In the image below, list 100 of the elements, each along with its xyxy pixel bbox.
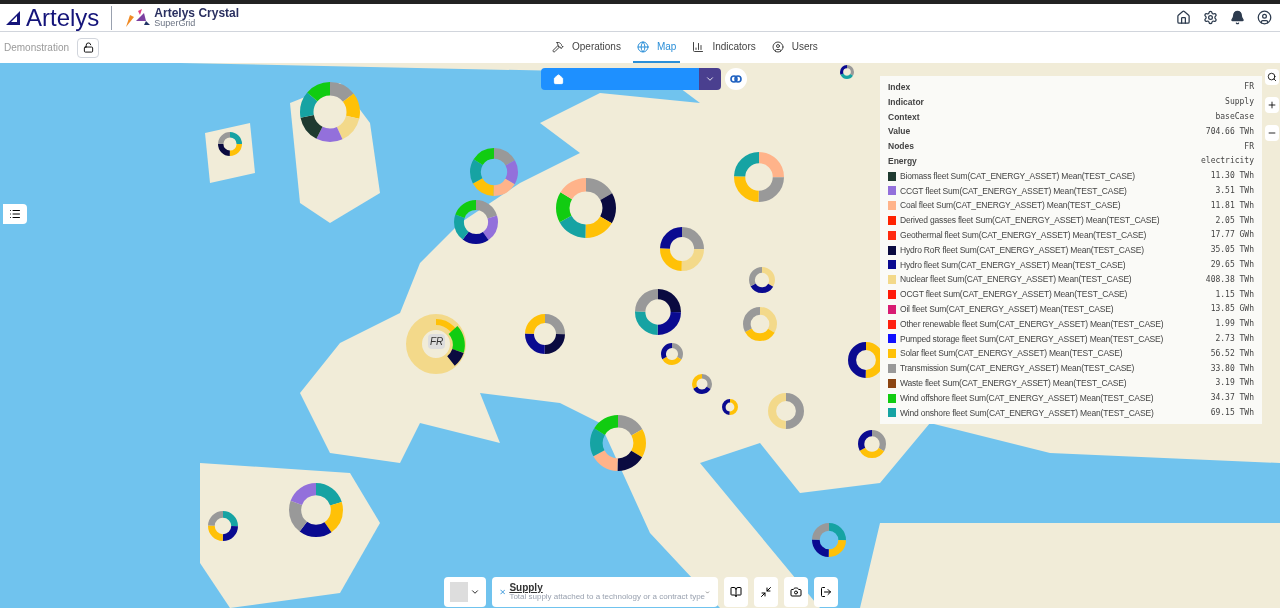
legend-label: OCGT fleet Sum(CAT_ENERGY_ASSET) Mean(TEST_CASE) (900, 288, 1128, 301)
notification-icon[interactable] (1230, 10, 1245, 25)
field-value: baseCase (1215, 111, 1254, 123)
settings-icon[interactable] (1203, 10, 1218, 25)
donut-chart-drawing[interactable] (300, 82, 360, 142)
donut-chart-drawing[interactable] (858, 430, 886, 458)
brand-name: Artelys (26, 5, 100, 30)
field-value: FR (1244, 140, 1254, 153)
legend-label: Derived gasses fleet Sum(CAT_ENERGY_ASSET) Mean(TEST_CASE) (900, 214, 1160, 227)
donut-chart-drawing[interactable] (556, 178, 616, 238)
list-icon (9, 208, 21, 220)
workspace-name: Demonstration (4, 41, 70, 55)
indicator-title: Supply (509, 582, 544, 594)
field-value: FR (1244, 81, 1254, 94)
user-icon (771, 40, 784, 53)
exit-icon (820, 586, 832, 598)
lock-button[interactable] (77, 37, 100, 58)
legend-label: Wind onshore fleet Sum(CAT_ENERGY_ASSET) Mean(TEST_CASE) (900, 406, 1154, 420)
donut-chart-drawing[interactable] (289, 483, 343, 537)
search-icon (1267, 72, 1277, 82)
legend-value: 3.51 TWh (1215, 184, 1254, 197)
indicator-description: Total supply attached to a technology or a contract type (509, 593, 706, 602)
stars-logo-icon (124, 6, 153, 29)
legend-label: Oil fleet Sum(CAT_ENERGY_ASSET) Mean(TEST_CASE) (900, 302, 1114, 316)
legend-value: 1.99 TWh (1215, 318, 1254, 331)
rings-icon (730, 75, 742, 83)
field-label: Energy (888, 155, 917, 168)
network-icon (500, 586, 506, 598)
legend-value: 11.30 TWh (1210, 170, 1254, 183)
camera-icon (790, 586, 802, 598)
product-name: Artelys Crystal (154, 7, 240, 19)
layers-button[interactable] (3, 204, 27, 224)
legend-label: Pumped storage fleet Sum(CAT_ENERGY_ASSET) Mean(TEST_CASE) (900, 332, 1164, 346)
donut-chart-drawing[interactable] (749, 267, 775, 293)
legend-label: Biomass fleet Sum(CAT_ENERGY_ASSET) Mean(TEST_CASE) (900, 169, 1135, 183)
product-subtitle: SuperGrid (154, 19, 197, 28)
legend-label: Coal fleet Sum(CAT_ENERGY_ASSET) Mean(TEST_CASE) (900, 199, 1121, 213)
globe-icon (636, 40, 649, 53)
donut-chart-drawing[interactable] (635, 289, 681, 335)
field-value: Supply (1225, 96, 1254, 109)
report-button[interactable] (724, 577, 748, 607)
legend-label: Transmission Sum(CAT_ENERGY_ASSET) Mean(TEST_CASE) (900, 362, 1135, 375)
legend-value: 34.37 TWh (1210, 392, 1254, 405)
donut-chart-drawing[interactable] (208, 511, 238, 541)
screenshot-button[interactable] (784, 577, 808, 607)
donut-chart-drawing[interactable] (722, 399, 738, 415)
legend-value: 3.19 TWh (1215, 377, 1254, 390)
nav-tab[interactable]: Indicators (688, 32, 760, 63)
export-button[interactable] (814, 577, 838, 607)
legend-label: Hydro RoR fleet Sum(CAT_ENERGY_ASSET) Mean(TEST_CASE) (900, 243, 1144, 257)
zoom-out-button[interactable] (1265, 125, 1279, 141)
unlocked-padlock-icon (82, 42, 94, 53)
legend-value: 56.52 TWh (1210, 347, 1254, 360)
legend-value: 33.80 TWh (1210, 362, 1254, 375)
legend-value: 11.81 TWh (1210, 199, 1254, 212)
field-label: Indicator (888, 95, 924, 109)
donut-chart-drawing[interactable] (454, 200, 498, 244)
legend-label: CCGT fleet Sum(CAT_ENERGY_ASSET) Mean(TEST_CASE) (900, 184, 1127, 198)
legend-value: 17.77 GWh (1210, 229, 1254, 242)
field-label: Index (888, 81, 911, 94)
collapse-arrows-icon (760, 586, 772, 598)
legend-value: 2.05 TWh (1215, 214, 1254, 227)
plus-icon (1267, 100, 1277, 110)
legend-value: 29.65 TWh (1210, 258, 1254, 271)
chevron-down-icon (470, 587, 480, 597)
field-value: 704.66 TWh (1205, 125, 1254, 138)
zoom-in-button[interactable] (1265, 97, 1279, 113)
legend-value: 408.38 TWh (1205, 273, 1254, 286)
nav-tab[interactable]: Users (767, 32, 822, 63)
dropdown-button[interactable] (699, 68, 721, 90)
donut-chart-drawing[interactable] (661, 343, 683, 365)
donut-chart-drawing[interactable] (840, 65, 854, 79)
basemap-thumbnail (450, 582, 468, 602)
donut-chart-drawing[interactable] (660, 227, 704, 271)
donut-chart-drawing[interactable] (812, 523, 846, 557)
bar-chart-icon (692, 40, 705, 53)
legend-label: Wind offshore fleet Sum(CAT_ENERGY_ASSET) Mean(TEST_CASE) (900, 391, 1154, 405)
nav-tab[interactable]: Operations (548, 32, 625, 63)
legend-value: 13.85 GWh (1210, 303, 1254, 316)
home-icon[interactable] (1176, 10, 1191, 25)
legend-value: 1.15 TWh (1215, 288, 1254, 301)
donut-chart-drawing[interactable] (218, 132, 242, 156)
marker-label: FR (428, 334, 446, 349)
indicator-selector[interactable]: Supply Total supply attached to a technology or a contract type (492, 577, 718, 607)
legend-label: Waste fleet Sum(CAT_ENERGY_ASSET) Mean(TEST_CASE) (900, 376, 1127, 390)
chevron-down-icon (705, 74, 715, 84)
book-icon (730, 586, 742, 598)
search-button[interactable] (1265, 69, 1279, 85)
field-label: Nodes (888, 140, 914, 153)
donut-chart-drawing[interactable] (525, 314, 565, 354)
field-label: Value (888, 125, 911, 139)
fit-view-button[interactable] (754, 577, 778, 607)
donut-chart-drawing[interactable] (590, 415, 646, 471)
legend-label: Other renewable fleet Sum(CAT_ENERGY_ASSET) Mean(TEST_CASE) (900, 317, 1164, 331)
user-icon[interactable] (1257, 10, 1272, 25)
donut-chart-drawing[interactable] (692, 374, 712, 394)
home-icon (553, 73, 564, 85)
legend-value: 35.05 TWh (1210, 244, 1254, 257)
legend-label: Hydro fleet Sum(CAT_ENERGY_ASSET) Mean(TEST_CASE) (900, 258, 1126, 272)
legend-value: 2.73 TWh (1215, 332, 1254, 345)
